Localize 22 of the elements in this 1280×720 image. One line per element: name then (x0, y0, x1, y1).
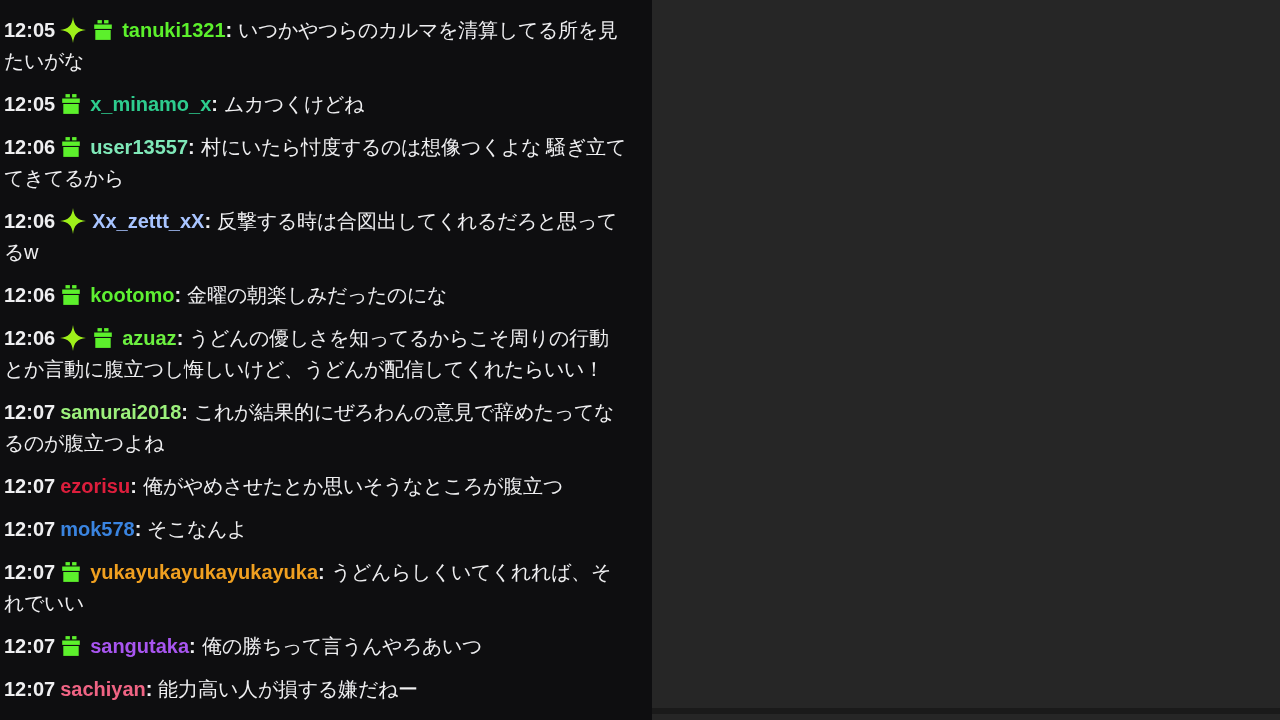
sparkle-icon (60, 208, 87, 234)
chat-message: 12:07 sangutaka: 俺の勝ちって言うんやろあいつ (4, 634, 483, 659)
gift-icon (60, 635, 83, 657)
gift-icon (60, 93, 83, 115)
chat-message: 12:05 tanuki1321: いつかやつらのカルマを清算してる所を見たいがな (4, 16, 620, 74)
sparkle-icon (60, 17, 87, 43)
chat-message: 12:06 Xx_zettt_xX: 反撃する時は合図出してくれるだろと思ってるw (4, 207, 619, 265)
chat-message: 12:06 kootomo: 金曜の朝楽しみだったのにな (4, 283, 449, 308)
chat-message: 12:05 x_minamo_x: ムカつくけどね (4, 92, 365, 117)
gift-icon (60, 136, 83, 158)
chat-message: 12:07 mok578: そこなんよ (4, 517, 249, 542)
chat-message: 12:07 sachiyan: 能力高い人が損する嫌だねー (4, 677, 420, 702)
chat-message: 12:06 azuaz: うどんの優しさを知ってるからこそ周りの行動とか言動に腹立つし悔しいけど、うどんが配信してくれたらいい！ (4, 324, 611, 382)
gift-icon (60, 561, 83, 583)
gift-icon (92, 327, 115, 349)
sparkle-icon (60, 325, 87, 351)
chat-message: 12:07 ezorisu: 俺がやめさせたとか思いそうなところが腹立つ (4, 474, 564, 499)
gift-icon (92, 19, 115, 41)
chat-message: 12:07 yukayukayukayukayuka: うどんらしくいてくれれば、それでいい (4, 560, 612, 616)
gift-icon (60, 284, 83, 306)
chat-message: 12:07 samurai2018: これが結果的にぜろわんの意見で辞めたってなるのが腹立つよね (4, 400, 616, 456)
chat-message: 12:06 user13557: 村にいたら忖度するのは想像つくよな 騒ぎ立ててきてるから (4, 135, 628, 191)
